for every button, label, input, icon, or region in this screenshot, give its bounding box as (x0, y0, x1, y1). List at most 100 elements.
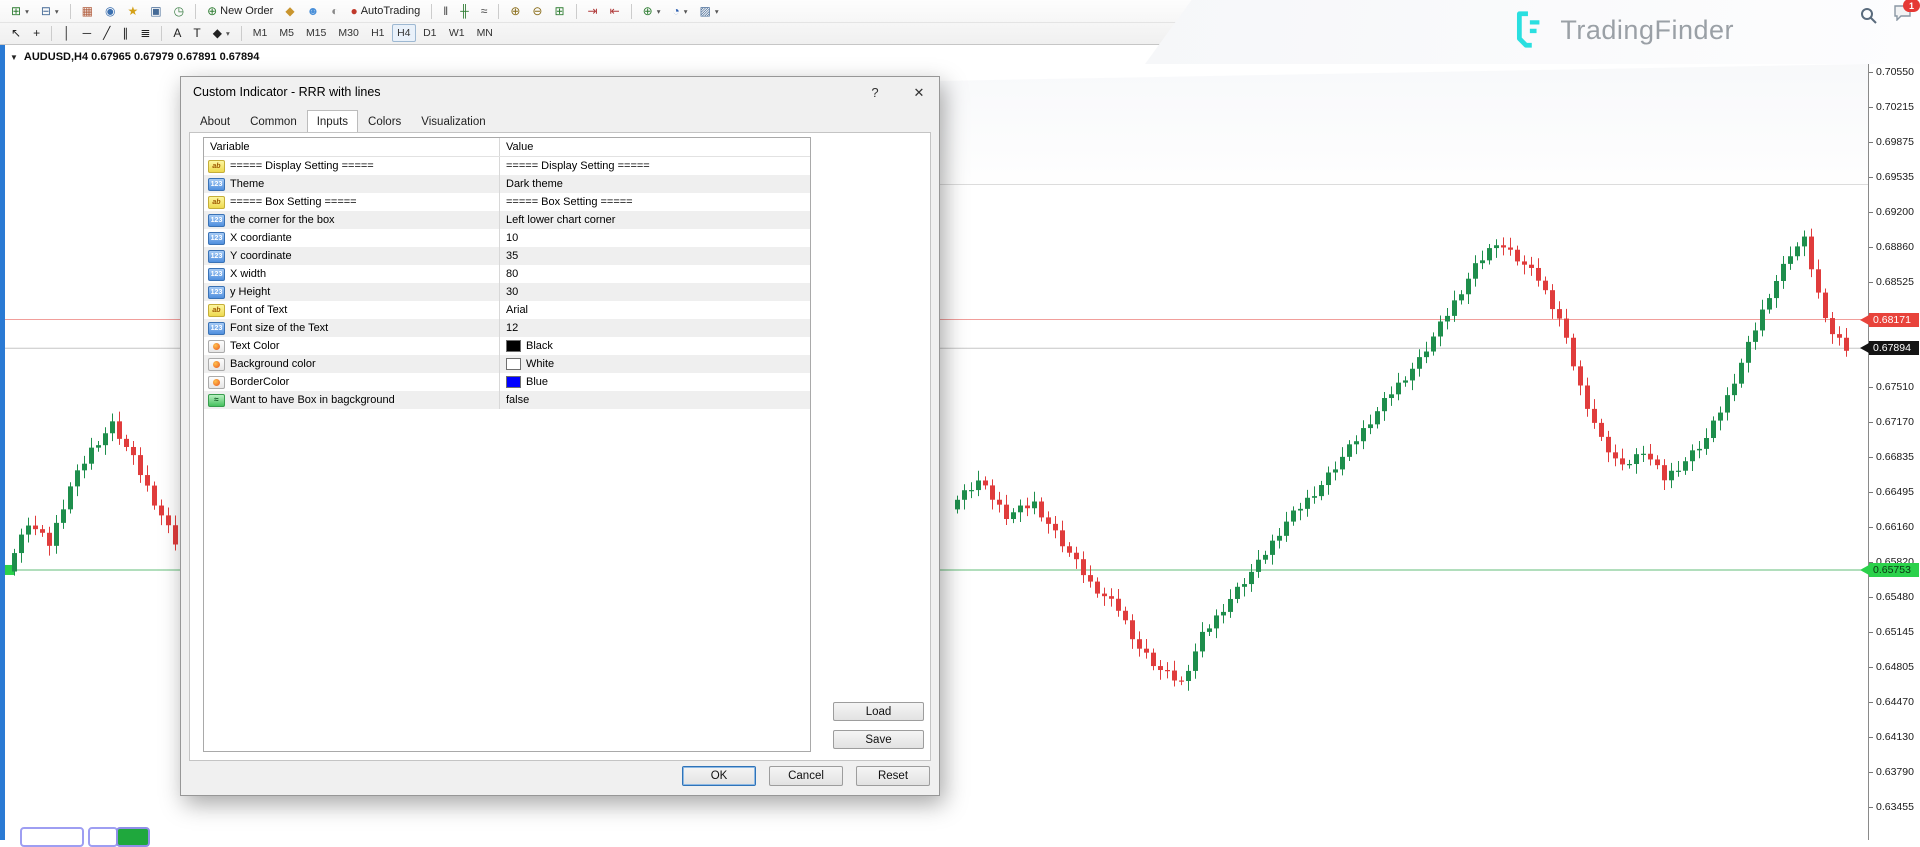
param-value-cell[interactable]: Dark theme (499, 175, 810, 193)
dialog-titlebar[interactable]: Custom Indicator - RRR with lines (181, 77, 939, 107)
help-button[interactable]: ? (867, 85, 883, 100)
param-value-cell[interactable]: Arial (499, 301, 810, 319)
param-row[interactable]: 123Y coordinate35 (204, 247, 810, 265)
param-value-cell[interactable]: Black (499, 337, 810, 355)
param-row[interactable]: 123Font size of the Text12 (204, 319, 810, 337)
timeframe-h1[interactable]: H1 (366, 24, 390, 42)
param-row[interactable]: Background colorWhite (204, 355, 810, 373)
zoom-in-button[interactable]: ⊕ (505, 2, 525, 20)
community-button[interactable]: ☻ (302, 2, 325, 20)
param-type-number-icon: 123 (208, 214, 225, 227)
tab-visualization[interactable]: Visualization (411, 112, 495, 132)
param-value-cell[interactable]: 10 (499, 229, 810, 247)
param-value-cell[interactable]: 80 (499, 265, 810, 283)
timeframe-m1[interactable]: M1 (248, 24, 273, 42)
autotrading-button[interactable]: ●AutoTrading (345, 2, 425, 20)
tile-windows-button[interactable]: ⊞ (549, 2, 569, 20)
tab-about[interactable]: About (190, 112, 240, 132)
navigator-button[interactable]: ★ (122, 2, 143, 20)
param-row[interactable]: 123X coordiante10 (204, 229, 810, 247)
new-chart-icon: ⊞ (11, 5, 21, 17)
param-value-cell[interactable]: ===== Box Setting ===== (499, 193, 810, 211)
param-row[interactable]: ab===== Box Setting ========== Box Setti… (204, 193, 810, 211)
param-value-cell[interactable]: 12 (499, 319, 810, 337)
data-window-button[interactable]: ◉ (100, 2, 120, 20)
param-name: X coordiante (230, 232, 292, 244)
horizontal-line-button[interactable]: ─ (78, 24, 97, 42)
timeframe-d1[interactable]: D1 (418, 24, 442, 42)
timeframe-m15[interactable]: M15 (301, 24, 331, 42)
new-order-button[interactable]: ⊕New Order (202, 2, 278, 20)
tab-common[interactable]: Common (240, 112, 307, 132)
bar-chart-button[interactable]: ‖ (438, 2, 453, 20)
periods-button[interactable]: ◔▾ (667, 2, 692, 20)
equidistant-channel-button[interactable]: ∥ (117, 24, 133, 42)
auto-scroll-button[interactable]: ⇥ (583, 2, 603, 20)
param-name-cell: BorderColor (204, 373, 499, 391)
price-axis[interactable]: 0.705500.702150.698750.695350.692000.688… (1868, 44, 1920, 840)
timeframe-m5[interactable]: M5 (274, 24, 299, 42)
param-row[interactable]: BorderColorBlue (204, 373, 810, 391)
terminal-button[interactable]: ▣ (145, 2, 166, 20)
param-value-cell[interactable]: 35 (499, 247, 810, 265)
param-value-cell[interactable]: 30 (499, 283, 810, 301)
text-button[interactable]: A (168, 24, 186, 42)
timeframe-w1[interactable]: W1 (444, 24, 470, 42)
tab-colors[interactable]: Colors (358, 112, 411, 132)
collapse-arrow-icon[interactable]: ▼ (10, 53, 18, 62)
mql5-web-button[interactable]: ◐ (326, 2, 343, 20)
tile-windows-icon: ⊞ (554, 5, 564, 17)
metaeditor-button[interactable]: ◆ (280, 2, 299, 20)
templates-button[interactable]: ▨▾ (694, 2, 723, 20)
param-row[interactable]: ≈Want to have Box in bagckgroundfalse (204, 391, 810, 409)
save-button[interactable]: Save (833, 730, 924, 749)
strategy-tester-button[interactable]: ◷ (169, 2, 189, 20)
market-watch-button[interactable]: ▦ (77, 2, 98, 20)
indicator-dialog: Custom Indicator - RRR with lines ? ✕ Ab… (180, 76, 940, 796)
line-chart-button[interactable]: ≈ (476, 2, 493, 20)
timeframe-m30[interactable]: M30 (333, 24, 363, 42)
new-chart-button[interactable]: ⊞▾ (6, 2, 34, 20)
param-row[interactable]: ab===== Display Setting ========== Displ… (204, 157, 810, 175)
toolbar-separator (195, 4, 196, 19)
param-value-cell[interactable]: White (499, 355, 810, 373)
symbol-ohlc-line[interactable]: ▼ AUDUSD,H4 0.67965 0.67979 0.67891 0.67… (10, 51, 259, 63)
param-value-cell[interactable]: false (499, 391, 810, 409)
reset-button[interactable]: Reset (856, 766, 930, 786)
arrows-icon: ◆ (213, 27, 222, 39)
rrr-box-outline-1 (20, 827, 84, 847)
brand-logo-icon (1506, 8, 1548, 52)
param-row[interactable]: 123ThemeDark theme (204, 175, 810, 193)
param-row[interactable]: abFont of TextArial (204, 301, 810, 319)
tab-inputs[interactable]: Inputs (307, 110, 358, 132)
trendline-button[interactable]: ╱ (98, 24, 115, 42)
load-button[interactable]: Load (833, 702, 924, 721)
param-row[interactable]: Text ColorBlack (204, 337, 810, 355)
arrows-button[interactable]: ◆▾ (208, 24, 235, 42)
indicators-button[interactable]: ⊕▾ (638, 2, 666, 20)
cancel-button[interactable]: Cancel (769, 766, 843, 786)
cursor-button[interactable]: ↖ (6, 24, 26, 42)
profiles-button[interactable]: ⊟▾ (36, 2, 64, 20)
chart-shift-button[interactable]: ⇤ (605, 2, 625, 20)
param-value-cell[interactable]: ===== Display Setting ===== (499, 157, 810, 175)
close-icon[interactable]: ✕ (911, 85, 927, 101)
zoom-out-button[interactable]: ⊖ (527, 2, 547, 20)
param-row[interactable]: 123 the corner for the box Left lower char… (204, 211, 810, 229)
fibonacci-button[interactable]: ≣ (135, 24, 155, 42)
param-row[interactable]: 123y Height30 (204, 283, 810, 301)
param-row[interactable]: 123X width80 (204, 265, 810, 283)
ok-button[interactable]: OK (682, 766, 756, 786)
search-icon[interactable] (1860, 7, 1877, 24)
param-value-cell[interactable]: Blue (499, 373, 810, 391)
vertical-line-button[interactable]: │ (58, 24, 76, 42)
timeframe-mn[interactable]: MN (472, 24, 498, 42)
param-name: the corner for the box (230, 214, 335, 226)
candlestick-chart-button[interactable]: ╫ (455, 2, 474, 20)
text-label-button[interactable]: T (188, 24, 205, 42)
timeframe-h4[interactable]: H4 (392, 24, 416, 42)
toolbar-separator (498, 4, 499, 19)
chat-icon[interactable]: 1 (1893, 5, 1912, 26)
param-value-cell[interactable]: Left lower chart corner (499, 211, 810, 229)
crosshair-button[interactable]: + (28, 24, 45, 42)
